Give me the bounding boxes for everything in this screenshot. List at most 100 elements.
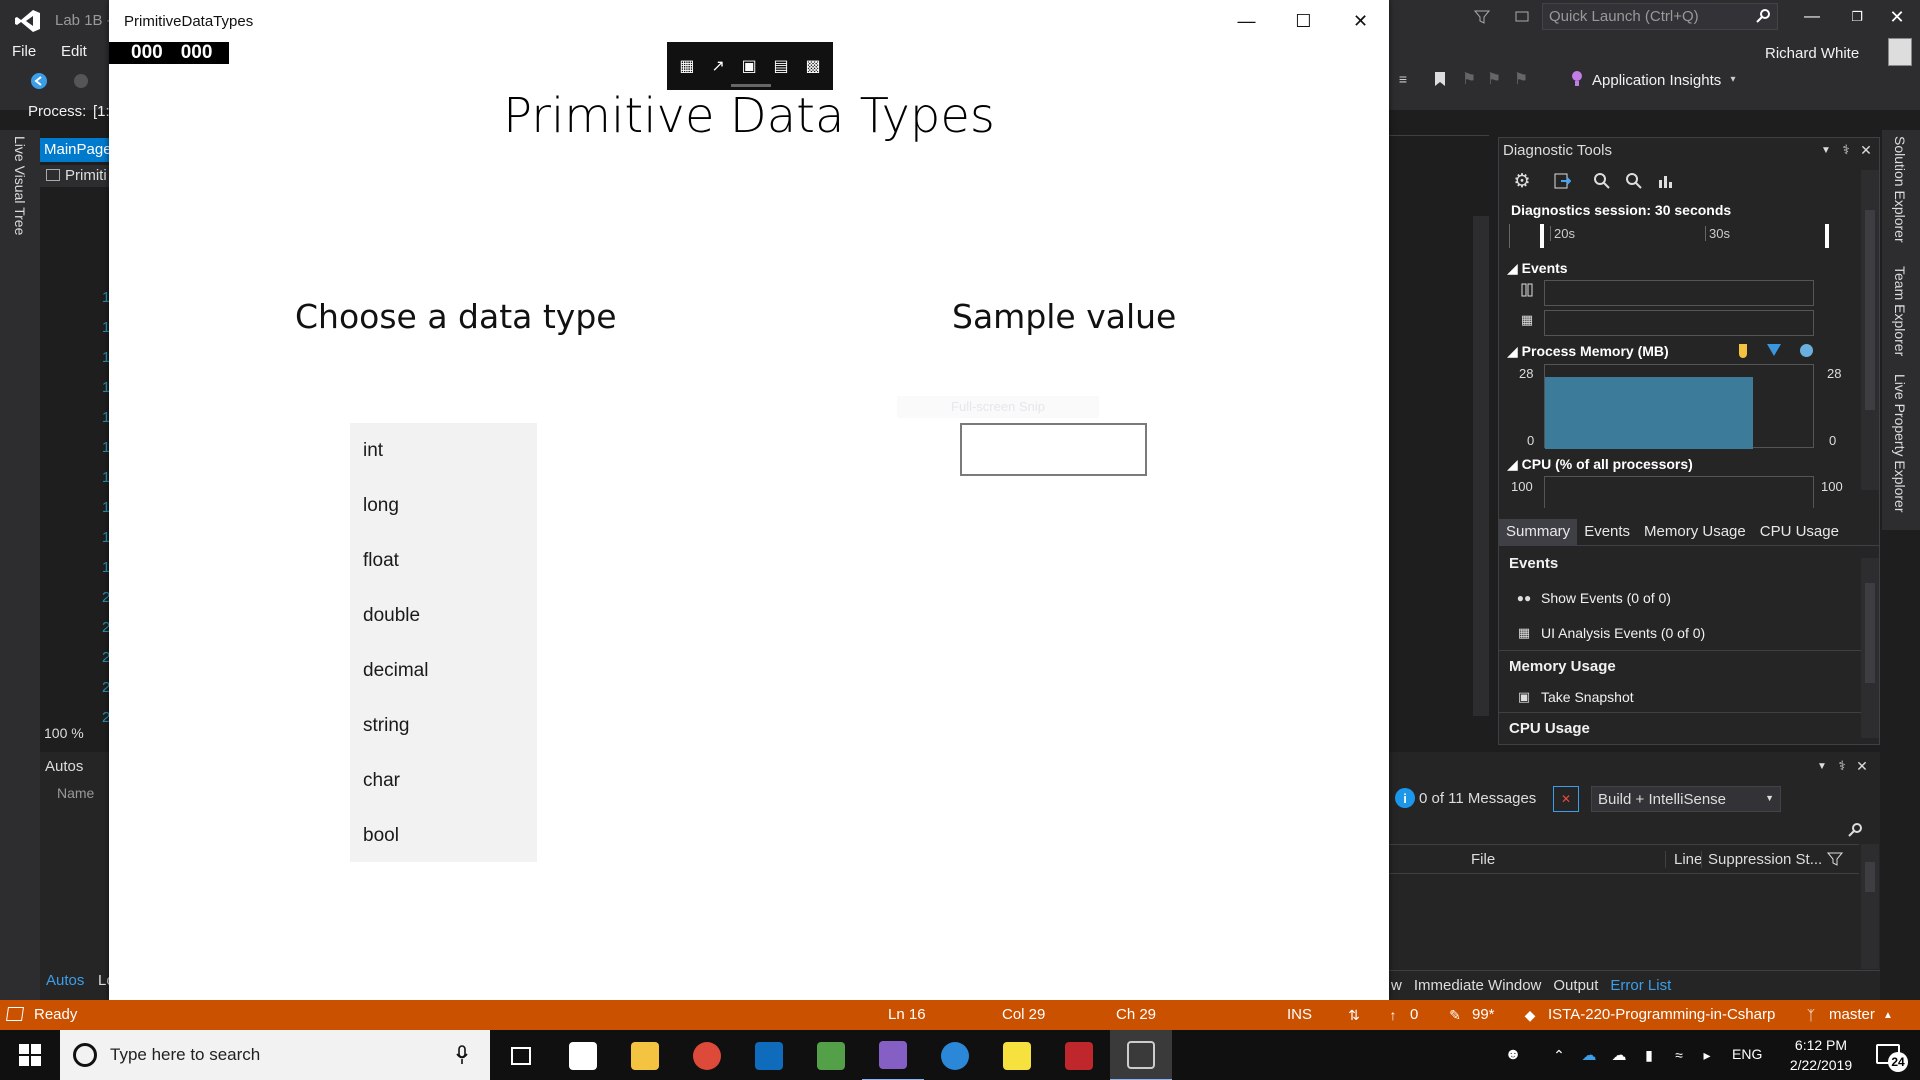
sticky-notes-icon[interactable]: [986, 1030, 1048, 1080]
summary-scroll-thumb[interactable]: [1865, 583, 1875, 683]
settings-icon[interactable]: ⚙: [1511, 170, 1533, 192]
onedrive-icon[interactable]: ☁: [1578, 1044, 1600, 1066]
app-maximize-button[interactable]: ☐: [1275, 0, 1332, 42]
bookmark-prev-icon[interactable]: ⚑: [1460, 70, 1478, 88]
live-property-explorer-tab[interactable]: Live Property Explorer: [1892, 374, 1908, 513]
timeline-range-end[interactable]: [1825, 224, 1829, 248]
clock[interactable]: 6:12 PM 2/22/2019: [1776, 1035, 1866, 1075]
tab-cpu-usage[interactable]: CPU Usage: [1753, 519, 1846, 545]
error-list-pin-icon[interactable]: ⚕: [1835, 758, 1849, 774]
volume-muted-icon[interactable]: ▸: [1696, 1044, 1718, 1066]
bookmark-icon[interactable]: [1431, 70, 1449, 88]
language-indicator[interactable]: ENG: [1732, 1046, 1762, 1062]
git-changes-icon[interactable]: ⇅: [1346, 1006, 1362, 1024]
editor-zoom[interactable]: 100 %: [44, 725, 84, 741]
toolbar-collapse-bar[interactable]: [731, 84, 771, 87]
battery-icon[interactable]: ▮: [1638, 1044, 1660, 1066]
error-list-scrollbar[interactable]: [1861, 844, 1879, 969]
running-app-icon[interactable]: [1110, 1030, 1172, 1080]
error-list-dropdown-icon[interactable]: ▼: [1815, 758, 1829, 774]
bookmark-next-icon[interactable]: ⚑: [1485, 70, 1503, 88]
data-type-item-double[interactable]: double: [350, 588, 537, 643]
data-type-item-char[interactable]: char: [350, 753, 537, 808]
pin-icon[interactable]: ⚕: [1839, 142, 1853, 158]
file-explorer-icon[interactable]: [614, 1030, 676, 1080]
error-search-icon[interactable]: [1841, 820, 1869, 840]
user-name[interactable]: Richard White: [1765, 45, 1859, 62]
task-view-icon[interactable]: [490, 1030, 552, 1080]
team-explorer-tab[interactable]: Team Explorer: [1892, 266, 1908, 356]
select-element-icon[interactable]: ↗: [711, 56, 724, 76]
filter-errors-icon[interactable]: ✕: [1553, 786, 1579, 812]
action-center-button[interactable]: 24: [1870, 1038, 1910, 1072]
layout-adorners-icon[interactable]: ▩: [805, 56, 820, 76]
excel-like-icon[interactable]: [800, 1030, 862, 1080]
zoom-in-icon[interactable]: [1591, 170, 1613, 192]
sample-value-box[interactable]: [960, 423, 1147, 476]
wifi-icon[interactable]: ≈: [1668, 1044, 1690, 1066]
live-visual-tree-sidebar[interactable]: Live Visual Tree: [0, 130, 40, 1000]
track-focus-icon[interactable]: ▤: [774, 56, 789, 76]
scrollbar-track[interactable]: [1473, 216, 1489, 716]
display-adorners-icon[interactable]: ▣: [742, 56, 757, 76]
panel-close-icon[interactable]: ✕: [1859, 142, 1873, 158]
diag-scroll-thumb[interactable]: [1865, 210, 1875, 410]
zoom-out-icon[interactable]: [1623, 170, 1645, 192]
app-close-button[interactable]: ✕: [1332, 0, 1389, 42]
visual-studio-taskbar-icon[interactable]: [862, 1030, 924, 1080]
outlook-icon[interactable]: [738, 1030, 800, 1080]
application-insights-button[interactable]: Application Insights: [1592, 72, 1721, 89]
format-icon[interactable]: ≡: [1394, 70, 1412, 88]
go-to-live-tree-icon[interactable]: ▦: [679, 56, 694, 76]
app-titlebar[interactable]: PrimitiveDataTypes — ☐ ✕: [109, 0, 1389, 42]
data-type-item-bool[interactable]: bool: [350, 808, 537, 863]
process-value[interactable]: [1:: [93, 103, 110, 120]
build-filter-select[interactable]: Build + IntelliSense ▼: [1591, 786, 1781, 812]
diag-scrollbar[interactable]: [1861, 170, 1879, 490]
minimize-icon[interactable]: —: [1800, 6, 1824, 28]
dropdown-icon[interactable]: ▼: [1819, 142, 1833, 158]
push-arrow-icon[interactable]: ↑: [1386, 1006, 1400, 1024]
data-type-item-decimal[interactable]: decimal: [350, 643, 537, 698]
show-events-link[interactable]: ●● Show Events (0 of 0): [1499, 580, 1861, 615]
taskbar-search-box[interactable]: Type here to search: [60, 1030, 490, 1080]
take-snapshot-button[interactable]: ▣ Take Snapshot: [1499, 682, 1861, 712]
column-filter-icon[interactable]: [1825, 849, 1845, 869]
doc-tab[interactable]: MainPage: [40, 138, 112, 162]
close-icon[interactable]: ✕: [1885, 6, 1909, 28]
bookmark-clear-icon[interactable]: ⚑: [1512, 70, 1530, 88]
chevron-down-icon[interactable]: ▾: [1726, 70, 1740, 88]
tab-error-list[interactable]: Error List: [1610, 977, 1671, 994]
tab-summary[interactable]: Summary: [1499, 518, 1578, 545]
tab-memory-usage[interactable]: Memory Usage: [1637, 519, 1753, 545]
tab-output[interactable]: Output: [1553, 977, 1598, 994]
data-type-item-long[interactable]: long: [350, 478, 537, 533]
forward-arrow-icon[interactable]: [70, 70, 92, 92]
col-line[interactable]: Line: [1665, 851, 1702, 868]
quick-launch-box[interactable]: Quick Launch (Ctrl+Q): [1542, 3, 1778, 30]
feedback-icon[interactable]: [1510, 6, 1534, 28]
data-type-item-float[interactable]: float: [350, 533, 537, 588]
tab-immediate-window[interactable]: Immediate Window: [1414, 977, 1542, 994]
edge-icon[interactable]: [924, 1030, 986, 1080]
data-type-list[interactable]: int long float double decimal string char bool: [350, 423, 537, 862]
cloud-icon[interactable]: ☁: [1608, 1044, 1630, 1066]
pencil-icon[interactable]: ✎: [1447, 1006, 1463, 1024]
push-count[interactable]: 0: [1410, 1006, 1418, 1023]
branch-menu-chevron-icon[interactable]: ▲: [1882, 1007, 1894, 1023]
windows-start-icon[interactable]: [0, 1030, 60, 1080]
microphone-icon[interactable]: [454, 1044, 470, 1066]
col-file[interactable]: File: [1471, 851, 1495, 868]
people-icon[interactable]: ☻: [1502, 1044, 1524, 1066]
chrome-icon[interactable]: [676, 1030, 738, 1080]
col-suppression[interactable]: Suppression St...: [1701, 851, 1822, 868]
export-icon[interactable]: [1551, 170, 1573, 192]
menu-file[interactable]: File: [12, 43, 36, 60]
store-icon[interactable]: [552, 1030, 614, 1080]
solution-explorer-tab[interactable]: Solution Explorer: [1892, 136, 1908, 243]
autos-tab[interactable]: Autos: [46, 972, 84, 989]
timeline-range-start[interactable]: [1540, 224, 1544, 248]
error-scroll-thumb[interactable]: [1865, 862, 1875, 892]
restore-icon[interactable]: ❐: [1845, 6, 1869, 28]
acrobat-icon[interactable]: [1048, 1030, 1110, 1080]
